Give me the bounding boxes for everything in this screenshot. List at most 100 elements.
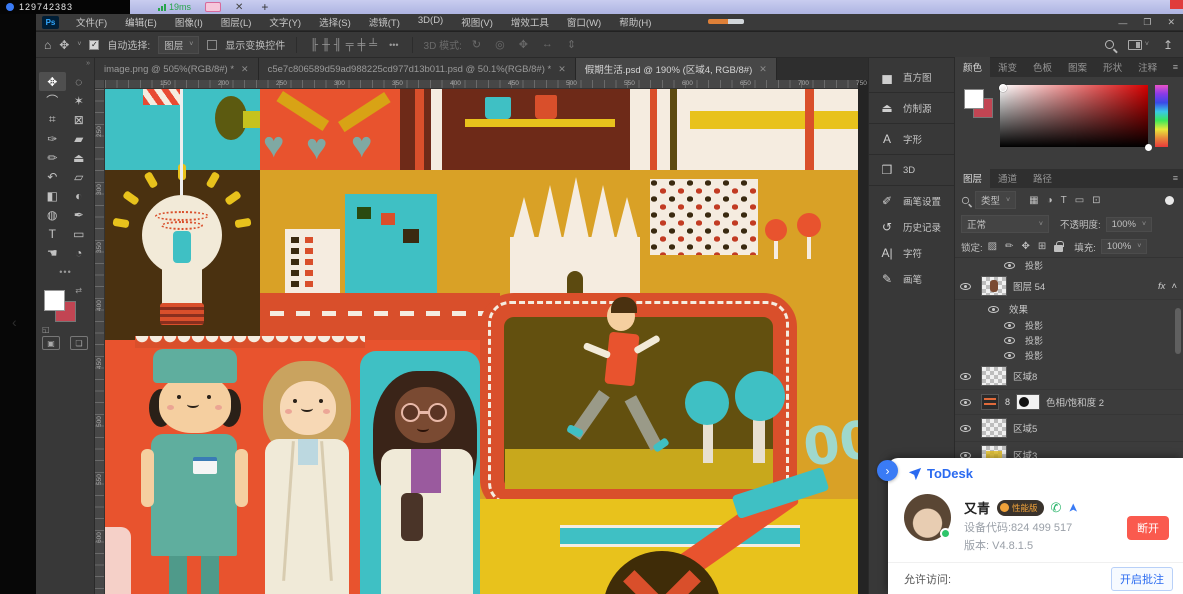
layer-effects-badge[interactable]: fx˄ <box>1158 281 1177 292</box>
filter-toggle[interactable] <box>1165 196 1174 205</box>
filter-shape-layers-icon[interactable]: ▭ <box>1075 195 1084 206</box>
lock-transparent-icon[interactable]: ▨ <box>988 241 997 252</box>
menu-item-3[interactable]: 3D(D) <box>409 15 452 29</box>
close-button[interactable]: ✕ <box>1167 17 1175 28</box>
visibility-toggle[interactable] <box>999 262 1019 269</box>
brush-tool[interactable]: ✏ <box>39 148 66 167</box>
menu-item-滤镜[interactable]: 滤镜(T) <box>360 15 409 29</box>
menu-item-窗口[interactable]: 窗口(W) <box>558 15 610 29</box>
slice-tool[interactable]: ⊠ <box>66 110 93 129</box>
adjustment-icon[interactable] <box>981 394 999 410</box>
dock-item-3d[interactable]: ❒3D <box>869 157 954 183</box>
layer-row-9[interactable]: 区域5 <box>955 415 1183 442</box>
visibility-toggle[interactable] <box>999 352 1019 359</box>
close-tab-icon[interactable]: ✕ <box>241 64 249 75</box>
remote-new-tab-button[interactable]: + <box>261 0 268 14</box>
remote-session-tab[interactable]: 129742383 <box>0 0 130 14</box>
crop-tool[interactable]: ⌗ <box>39 110 66 129</box>
dock-item-histogram[interactable]: ▅直方图 <box>869 64 954 90</box>
lock-pixels-icon[interactable]: ✏ <box>1005 241 1013 252</box>
align-top-icon[interactable]: ╤ <box>344 39 356 51</box>
color-tab-形状[interactable]: 形状 <box>1095 57 1130 77</box>
avatar[interactable] <box>904 494 951 541</box>
swap-colors-icon[interactable]: ⇄ <box>75 286 82 295</box>
layer-thumbnail[interactable] <box>981 366 1007 386</box>
foreground-color-swatch[interactable] <box>44 290 65 311</box>
dock-item-brush-settings[interactable]: ✐画笔设置 <box>869 188 954 214</box>
menu-item-图层[interactable]: 图层(L) <box>212 15 261 29</box>
healing-brush-tool[interactable]: ▰ <box>66 129 93 148</box>
visibility-toggle[interactable] <box>955 425 975 432</box>
todesk-collapse-handle[interactable]: › <box>877 460 898 481</box>
disconnect-button[interactable]: 断开 <box>1127 516 1169 540</box>
fill-dropdown[interactable]: 100% ˅ <box>1101 239 1147 254</box>
filter-adjustment-layers-icon[interactable]: ◑ <box>1047 195 1053 206</box>
quick-mask-button[interactable]: ▣ <box>42 336 60 350</box>
hand-tool[interactable]: ☚ <box>39 243 66 262</box>
menu-item-增效工具[interactable]: 增效工具 <box>502 15 558 29</box>
pen-tool[interactable]: ✒ <box>66 205 93 224</box>
chevron-left-icon[interactable]: ‹ <box>12 314 17 330</box>
layer-row-3[interactable]: 效果 <box>955 300 1183 318</box>
filter-smart-objects-icon[interactable]: ⊡ <box>1092 195 1100 206</box>
shape-tool[interactable]: ▭ <box>66 224 93 243</box>
document-tab-1[interactable]: image.png @ 505%(RGB/8#) *✕ <box>95 58 259 80</box>
collapse-effects-icon[interactable]: ˄ <box>1171 281 1177 292</box>
type-tool[interactable]: T <box>39 224 66 243</box>
visibility-toggle[interactable] <box>955 373 975 380</box>
dock-item-glyphs[interactable]: A字形 <box>869 126 954 152</box>
dock-item-clone-source[interactable]: ⏏仿制源 <box>869 95 954 121</box>
visibility-toggle[interactable] <box>999 337 1019 344</box>
screen-mode-button[interactable]: ❏ <box>70 336 88 350</box>
menu-item-视图[interactable]: 视图(V) <box>452 15 502 29</box>
show-transform-checkbox[interactable] <box>207 40 217 50</box>
lock-artboard-icon[interactable]: ⊞ <box>1038 241 1046 252</box>
layer-row-8[interactable]: 8色相/饱和度 2 <box>955 390 1183 415</box>
layer-row-2[interactable]: 图层 54fx˄ <box>955 273 1183 300</box>
visibility-toggle[interactable] <box>955 283 975 290</box>
magic-wand-tool[interactable]: ✶ <box>66 91 93 110</box>
minimize-button[interactable]: — <box>1118 18 1127 28</box>
visibility-toggle[interactable] <box>983 306 1003 313</box>
move-tool[interactable]: ✥ <box>39 72 66 91</box>
align-center-h-icon[interactable]: ╫ <box>320 39 332 51</box>
blur-tool[interactable]: ◍ <box>39 205 66 224</box>
document-tab-2[interactable]: c5e7c806589d59ad988225cd977d13b011.psd @… <box>259 58 576 80</box>
menu-item-帮助[interactable]: 帮助(H) <box>610 15 660 29</box>
clone-stamp-tool[interactable]: ⏏ <box>66 148 93 167</box>
layer-row-7[interactable]: 区域8 <box>955 363 1183 390</box>
lasso-tool[interactable]: ⌒ <box>39 91 66 110</box>
default-colors-icon[interactable]: ◱ <box>42 325 50 334</box>
dock-item-character[interactable]: A|字符 <box>869 240 954 266</box>
color-picker-marker[interactable] <box>999 84 1007 92</box>
remote-cursor-icon[interactable]: ➤ <box>1066 502 1080 512</box>
close-tab-icon[interactable]: ✕ <box>558 64 566 75</box>
layer-row-1[interactable]: 投影 <box>955 258 1183 273</box>
gradient-tool[interactable]: ◧ <box>39 186 66 205</box>
record-icon[interactable] <box>205 2 221 12</box>
menu-item-图像[interactable]: 图像(I) <box>166 15 212 29</box>
dock-item-history[interactable]: ↺历史记录 <box>869 214 954 240</box>
workspace-icon[interactable] <box>1128 40 1142 50</box>
menu-item-文字[interactable]: 文字(Y) <box>260 15 310 29</box>
dock-item-brushes[interactable]: ✎画笔 <box>869 266 954 292</box>
annotate-button[interactable]: 开启批注 <box>1111 567 1173 591</box>
layer-row-6[interactable]: 投影 <box>955 348 1183 363</box>
more-options-button[interactable]: ••• <box>387 40 400 50</box>
more-tools[interactable]: ••• <box>39 262 92 281</box>
layer-thumbnail[interactable] <box>981 276 1007 296</box>
zoom-tool[interactable]: ◔ <box>66 243 93 262</box>
remote-close-button[interactable]: ✕ <box>235 2 243 13</box>
eyedropper-tool[interactable]: ✑ <box>39 129 66 148</box>
lock-all-icon[interactable] <box>1054 245 1063 252</box>
filter-type-dropdown[interactable]: 类型 ˅ <box>975 191 1016 209</box>
color-tab-注释[interactable]: 注释 <box>1130 57 1165 77</box>
collapse-toolbar-icon[interactable]: » <box>86 60 90 67</box>
layers-tab-通道[interactable]: 通道 <box>990 168 1025 188</box>
visibility-toggle[interactable] <box>999 322 1019 329</box>
lock-position-icon[interactable]: ✥ <box>1021 241 1029 252</box>
align-bottom-icon[interactable]: ╧ <box>367 39 379 51</box>
align-right-icon[interactable]: ╢ <box>332 39 344 51</box>
foreground-color-swatch[interactable] <box>964 89 984 109</box>
layer-mask-thumbnail[interactable] <box>1016 394 1040 410</box>
